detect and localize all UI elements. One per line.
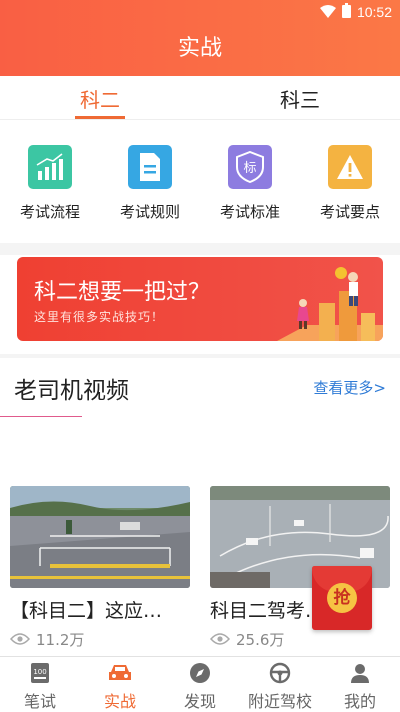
view-more-link[interactable]: 查看更多> <box>313 377 386 398</box>
divider <box>0 243 400 255</box>
svg-text:标: 标 <box>243 161 256 176</box>
tab-active-indicator <box>75 116 125 119</box>
grid-label: 考试规则 <box>119 203 180 221</box>
red-envelope-button[interactable]: 抢 <box>312 566 372 630</box>
status-time: 10:52 <box>356 4 392 20</box>
nav-label: 我的 <box>343 692 376 711</box>
nav-label: 实战 <box>103 692 136 711</box>
status-bar: 10:52 <box>319 2 392 22</box>
banner-subtitle: 这里有很多实战技巧！ <box>34 310 165 324</box>
nav-label: 发现 <box>183 692 216 711</box>
video-views: 25.6万 <box>209 629 390 650</box>
video-views: 11.2万 <box>9 629 190 650</box>
promo-banner[interactable]: 科二想要一把过？ 这里有很多实战技巧！ <box>17 257 383 341</box>
view-count: 25.6万 <box>236 631 285 649</box>
page-title: 实战 <box>177 36 222 61</box>
feature-grid: 考试流程 考试规则 标 考试标准 考试要点 <box>0 121 400 243</box>
banner-illustration <box>277 267 383 341</box>
grid-item-exam-standard[interactable]: 标 考试标准 <box>200 121 300 243</box>
grid-label: 考试要点 <box>319 203 380 221</box>
grab-badge: 抢 <box>327 583 357 613</box>
grid-label: 考试标准 <box>219 203 280 221</box>
video-card[interactable]: 【科目二】这应… 11.2万 <box>9 486 190 650</box>
svg-text:100: 100 <box>33 668 46 676</box>
bar-chart-icon <box>28 145 72 189</box>
screen: 10:52 实战 科二 科三 考试流程 考试规则 标 考试标准 考试要点 科二想… <box>0 0 400 712</box>
tab-subject-three[interactable]: 科三 <box>250 84 350 113</box>
divider <box>0 354 400 358</box>
view-count: 11.2万 <box>36 631 85 649</box>
battery-icon <box>341 2 351 22</box>
profile-icon <box>348 661 372 684</box>
steering-wheel-icon <box>268 661 292 684</box>
tab-subject-two[interactable]: 科二 <box>50 84 150 113</box>
video-thumbnail <box>10 486 190 588</box>
eye-icon <box>9 631 31 649</box>
nav-item-nearby-schools[interactable]: 附近驾校 <box>240 657 320 712</box>
grid-item-exam-rules[interactable]: 考试规则 <box>100 121 200 243</box>
badge-standard-icon: 标 <box>228 145 272 189</box>
exam-paper-icon: 100 <box>28 661 52 684</box>
section-divider <box>0 416 82 417</box>
grid-item-exam-process[interactable]: 考试流程 <box>0 121 100 243</box>
nav-item-written-test[interactable]: 100 笔试 <box>0 657 80 712</box>
grid-item-exam-key-points[interactable]: 考试要点 <box>300 121 400 243</box>
warning-icon <box>328 145 372 189</box>
app-header: 10:52 实战 <box>0 0 400 76</box>
bottom-nav: 100 笔试 实战 发现 附近驾校 我的 <box>0 656 400 712</box>
nav-item-practice[interactable]: 实战 <box>80 657 160 712</box>
subject-tabs: 科二 科三 <box>0 76 400 120</box>
section-title: 老司机视频 <box>14 378 129 404</box>
grid-label: 考试流程 <box>19 203 80 221</box>
document-icon <box>128 145 172 189</box>
car-icon <box>108 661 132 684</box>
nav-label: 附近驾校 <box>247 692 312 711</box>
banner-title: 科二想要一把过？ <box>34 280 211 305</box>
eye-icon <box>209 631 231 649</box>
nav-item-discover[interactable]: 发现 <box>160 657 240 712</box>
nav-item-profile[interactable]: 我的 <box>320 657 400 712</box>
wifi-icon <box>319 3 336 22</box>
compass-icon <box>188 661 212 684</box>
video-title: 【科目二】这应… <box>10 600 163 622</box>
nav-label: 笔试 <box>23 692 56 711</box>
